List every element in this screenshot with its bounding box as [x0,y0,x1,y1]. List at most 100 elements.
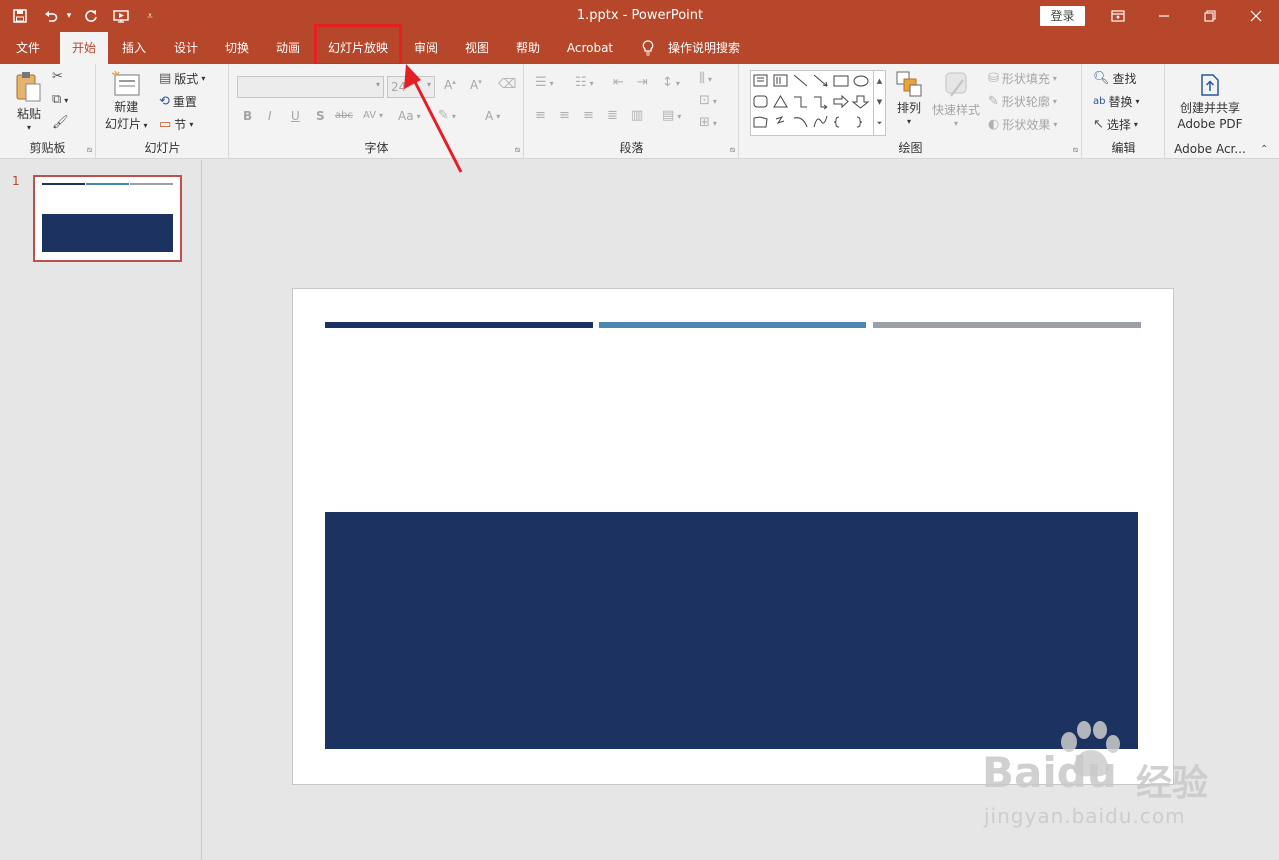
increase-indent-button[interactable]: ⇥ [637,76,648,90]
save-icon[interactable] [0,0,40,32]
clipboard-group: 粘贴 ▾ ✂ ⧉ ▾ 🖌 剪贴板 ⧅ [0,64,96,159]
section-button[interactable]: ▭ 节 ▾ [159,116,193,133]
tab-help[interactable]: 帮助 [504,32,552,64]
distributed-icon: ▥ [631,108,644,123]
tab-file[interactable]: 文件 [0,32,56,64]
copy-button[interactable]: ⧉ ▾ [52,93,68,107]
paste-button[interactable]: 粘贴 ▾ [14,70,44,132]
tell-me-search[interactable]: 操作说明搜索 [662,32,746,64]
drawing-launcher-icon[interactable]: ⧅ [1073,145,1078,155]
select-label: 选择 [1106,118,1131,132]
tab-insert[interactable]: 插入 [110,32,158,64]
slide-thumbnail-pane: 1 [0,160,202,860]
align-text-button[interactable]: ⊡ ▾ [699,94,717,108]
format-painter-button[interactable]: 🖌 [52,116,69,130]
quick-access-toolbar: ▾ ⩡ [0,0,164,32]
ribbon-tab-bar: 文件 开始 插入 设计 切换 动画 幻灯片放映 审阅 视图 帮助 Acrobat… [0,32,1279,87]
quick-styles-label: 快速样式 [932,103,981,117]
columns-button[interactable]: ▤ ▾ [662,109,681,123]
tab-review[interactable]: 审阅 [402,32,450,64]
font-launcher-icon[interactable]: ⧅ [515,145,520,155]
start-from-beginning-icon[interactable] [106,0,136,32]
reset-button[interactable]: ⟲ 重置 [159,93,197,110]
lightbulb-icon[interactable] [636,32,660,64]
shrink-font-button[interactable]: A▾ [470,78,482,92]
font-color-button[interactable]: A ▾ [485,109,500,123]
login-button[interactable]: 登录 [1040,6,1085,26]
align-left-button[interactable]: ≡ [535,109,546,123]
document-title: 1.pptx - PowerPoint [576,8,704,23]
slide-canvas[interactable] [292,288,1174,785]
find-button[interactable]: 🔍︎ 查找 [1093,70,1137,87]
accent-bar-gray[interactable] [873,322,1141,328]
line-spacing-button[interactable]: ↕ ▾ [662,76,680,90]
cursor-icon: ↖ [1093,116,1104,132]
change-case-button[interactable]: Aa ▾ [398,109,421,123]
layout-button[interactable]: ▤ 版式 ▾ [159,70,205,87]
font-name-field[interactable]: ▾ [237,76,384,98]
slide-thumbnail-1[interactable] [33,175,182,262]
close-icon[interactable] [1233,0,1279,32]
editing-group-label: 编辑 [1111,141,1136,155]
smartart-button[interactable]: ⊞ ▾ [699,116,717,130]
justify-button[interactable]: ≣ [607,109,618,123]
arrange-icon [896,71,922,97]
navy-content-block[interactable] [325,512,1138,749]
new-slide-button[interactable]: 新建 幻灯片 ▾ [105,70,148,132]
clear-formatting-button[interactable]: ⌫ [498,78,516,92]
clipboard-launcher-icon[interactable]: ⧅ [87,145,92,155]
bullets-button[interactable]: ☰ ▾ [535,76,554,90]
section-icon: ▭ [159,116,172,132]
magnifier-icon: 🔍︎ [1093,70,1110,86]
paragraph-group: ☰ ▾ ☷ ▾ ⇤ ⇥ ↕ ▾ ⫼ ▾ ⊡ ▾ ⊞ ▾ ≡ ≡ ≡ ≣ ▥ ▤ ▾ 段落 ⧅ [525,64,739,159]
adobe-group: 创建并共享 Adobe PDF Adobe Acr... [1166,64,1254,159]
adobe-group-label: Adobe Acr... [1174,142,1246,156]
undo-dropdown-icon[interactable]: ▾ [62,0,76,32]
tab-animations[interactable]: 动画 [264,32,312,64]
tab-home[interactable]: 开始 [60,32,108,64]
shapes-gallery-scroll[interactable]: ▲ ▼ ⏷ [873,71,885,135]
tab-transitions[interactable]: 切换 [213,32,261,64]
underline-button[interactable]: U [291,109,300,123]
align-center-button[interactable]: ≡ [559,109,570,123]
bold-button[interactable]: B [243,109,252,123]
decrease-indent-button[interactable]: ⇤ [613,76,624,90]
cut-button[interactable]: ✂ [52,70,63,84]
customize-qat-icon[interactable]: ⩡ [136,0,164,32]
shape-effects-button[interactable]: ◐ 形状效果 ▾ [988,116,1057,133]
align-right-button[interactable]: ≡ [583,109,594,123]
accent-bar-blue[interactable] [599,322,866,328]
clear-formatting-icon: ⌫ [498,77,517,92]
distributed-button[interactable]: ▥ [631,109,643,123]
ribbon-display-options-icon[interactable] [1095,0,1141,32]
restore-icon[interactable] [1187,0,1233,32]
font-size-field[interactable]: 24 ▾ [387,76,435,98]
italic-button[interactable]: I [268,109,272,123]
minimize-icon[interactable] [1141,0,1187,32]
tab-design[interactable]: 设计 [162,32,210,64]
paragraph-launcher-icon[interactable]: ⧅ [730,145,735,155]
adobe-share-icon [1201,74,1219,96]
character-spacing-button[interactable]: AV ▾ [363,110,383,121]
undo-icon[interactable] [40,0,62,32]
arrange-button[interactable]: 排列 ▾ [895,70,923,126]
select-button[interactable]: ↖ 选择 ▾ [1093,116,1138,133]
shape-outline-button[interactable]: ✎ 形状轮廓 ▾ [988,93,1057,110]
shape-fill-button[interactable]: ⛁ 形状填充 ▾ [988,70,1057,87]
shapes-gallery[interactable]: ▲ ▼ ⏷ [750,70,886,136]
grow-font-button[interactable]: A▴ [444,78,456,92]
numbering-button[interactable]: ☷ ▾ [575,76,594,90]
tab-view[interactable]: 视图 [453,32,501,64]
collapse-ribbon-icon[interactable]: ⌃ [1260,144,1268,155]
tab-acrobat[interactable]: Acrobat [558,32,622,64]
accent-bar-navy[interactable] [325,322,593,328]
replace-label: 替换 [1108,95,1133,109]
text-direction-button[interactable]: ⫼ ▾ [699,72,712,86]
strikethrough-button[interactable]: abc [335,110,353,121]
create-adobe-pdf-button[interactable]: 创建并共享 Adobe PDF [1166,72,1254,131]
text-shadow-button[interactable]: S [316,109,325,123]
quick-styles-button[interactable]: 快速样式 ▾ [932,70,980,128]
redo-icon[interactable] [76,0,106,32]
replace-button[interactable]: ab 替换 ▾ [1093,93,1140,110]
highlight-button[interactable]: ✎ ▾ [438,109,456,123]
